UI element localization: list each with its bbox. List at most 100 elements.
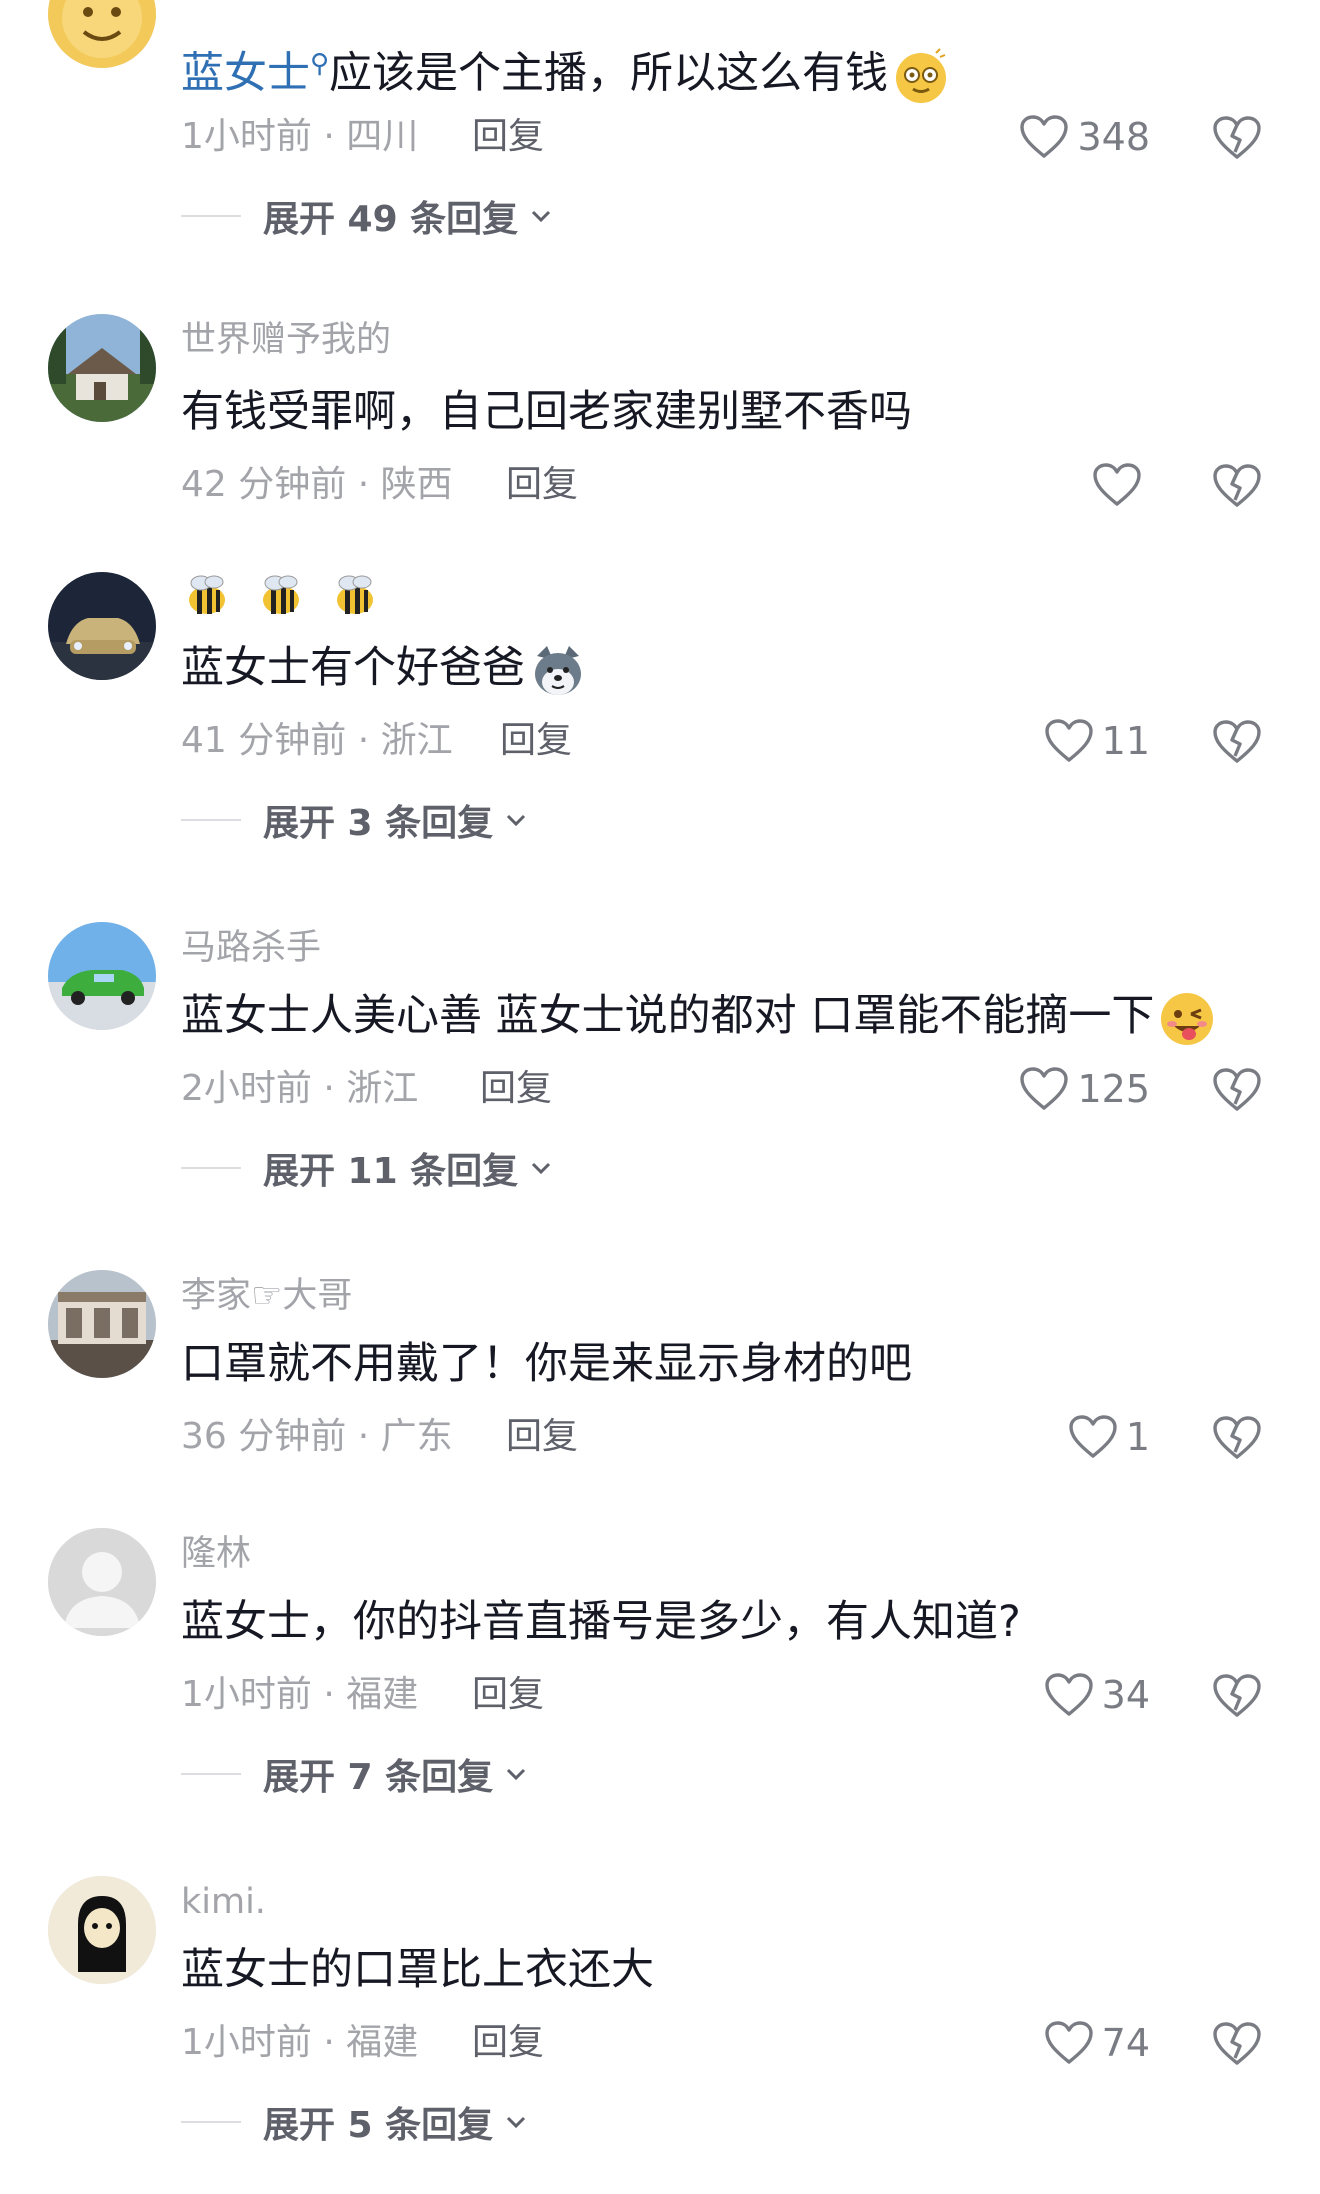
comment-location: 福建	[346, 1674, 419, 1715]
reply-button[interactable]: 回复	[472, 1672, 544, 1718]
like-button[interactable]: 348	[1019, 114, 1150, 160]
avatar[interactable]	[48, 922, 156, 1030]
comment-text: 蓝女士的口罩比上衣还大	[181, 1945, 654, 1995]
husky-dog-emoji	[529, 642, 587, 700]
expand-replies-button[interactable]: 展开 11 条回复	[181, 1144, 554, 1192]
avatar[interactable]	[48, 1876, 156, 1984]
comment-time: 1小时前	[181, 2022, 312, 2063]
like-count: 11	[1101, 719, 1150, 763]
username[interactable]: kimi.	[181, 1880, 266, 1924]
divider	[181, 2121, 241, 2123]
username-emoji-group[interactable]	[181, 570, 381, 622]
like-count: 34	[1101, 1673, 1150, 1717]
dislike-button[interactable]	[1212, 2018, 1262, 2068]
like-count: 1	[1125, 1415, 1150, 1459]
heart-icon	[1020, 115, 1069, 158]
comment-text: 蓝女士，你的抖音直播号是多少，有人知道?	[181, 1597, 1021, 1647]
comment-location: 陕西	[380, 464, 453, 505]
avatar[interactable]	[48, 314, 156, 422]
mention-link[interactable]: 蓝女士	[181, 48, 310, 98]
divider	[181, 1167, 241, 1169]
expand-replies-label: 展开 3 条回复	[263, 803, 494, 844]
comment-time: 2小时前	[181, 1068, 312, 1109]
chevron-down-icon	[532, 1162, 551, 1175]
reply-button[interactable]: 回复	[506, 462, 578, 508]
avatar[interactable]	[48, 572, 156, 680]
avatar[interactable]	[48, 0, 156, 68]
comment-meta: 1小时前 · 福建	[181, 2020, 418, 2066]
meta-separator: ·	[311, 2022, 347, 2063]
reply-button[interactable]: 回复	[480, 1066, 552, 1112]
username[interactable]: 隆林	[181, 1532, 251, 1576]
comment-location: 浙江	[380, 720, 453, 761]
chevron-down-icon	[507, 814, 526, 827]
reply-button[interactable]: 回复	[472, 2020, 544, 2066]
chevron-down-icon	[507, 1768, 526, 1781]
comment-meta: 1小时前 · 福建	[181, 1672, 418, 1718]
like-button[interactable]	[1092, 462, 1150, 508]
comment-meta: 36 分钟前 · 广东	[181, 1414, 453, 1460]
comment-meta: 2小时前 · 浙江	[181, 1066, 418, 1112]
comment-body: 蓝女士人美心善 蓝女士说的都对 口罩能不能摘一下	[181, 991, 1155, 1041]
broken-heart-icon	[1213, 1416, 1261, 1459]
dislike-button[interactable]	[1212, 1064, 1262, 1114]
expand-replies-button[interactable]: 展开 3 条回复	[181, 796, 529, 844]
username[interactable]: 世界赠予我的	[181, 318, 391, 362]
comment-location: 广东	[380, 1416, 453, 1457]
heart-icon	[1069, 1415, 1117, 1458]
like-count: 74	[1101, 2021, 1150, 2065]
dislike-button[interactable]	[1212, 716, 1262, 766]
comment-text: 有钱受罪啊，自己回老家建别墅不香吗	[181, 387, 912, 437]
avatar[interactable]	[48, 1528, 156, 1636]
expand-replies-button[interactable]: 展开 49 条回复	[181, 192, 554, 240]
comment-meta: 1小时前 · 四川	[181, 114, 418, 160]
comment-text: 蓝女士人美心善 蓝女士说的都对 口罩能不能摘一下	[181, 988, 1216, 1048]
comment-time: 1小时前	[181, 1674, 312, 1715]
like-button[interactable]: 125	[1019, 1066, 1150, 1112]
expand-replies-label: 展开 11 条回复	[263, 1151, 519, 1192]
comment-time: 36 分钟前	[181, 1416, 347, 1457]
comment-location: 四川	[346, 116, 419, 157]
bee-icon	[337, 575, 373, 614]
dislike-button[interactable]	[1212, 112, 1262, 162]
meta-separator: ·	[346, 1416, 381, 1457]
comment-text: 蓝女士⚲应该是个主播，所以这么有钱	[181, 36, 950, 105]
broken-heart-icon	[1213, 720, 1261, 763]
meta-separator: ·	[346, 720, 381, 761]
like-button[interactable]: 1	[1068, 1414, 1150, 1460]
search-icon[interactable]: ⚲	[310, 49, 329, 79]
heart-icon	[1044, 719, 1093, 762]
dizzy-face-emoji	[892, 47, 950, 105]
chevron-down-icon	[532, 210, 551, 223]
username[interactable]: 李家☞大哥	[181, 1274, 352, 1318]
reply-button[interactable]: 回复	[500, 718, 572, 764]
avatar[interactable]	[48, 1270, 156, 1378]
like-button[interactable]: 74	[1044, 2020, 1150, 2066]
username[interactable]: 马路杀手	[181, 926, 321, 970]
meta-separator: ·	[311, 1068, 347, 1109]
reply-button[interactable]: 回复	[472, 114, 544, 160]
heart-icon	[1044, 1673, 1093, 1716]
like-button[interactable]: 11	[1044, 718, 1150, 764]
reply-button[interactable]: 回复	[506, 1414, 578, 1460]
broken-heart-icon	[1213, 464, 1261, 507]
comment-body: 应该是个主播，所以这么有钱	[329, 48, 889, 99]
heart-icon	[1093, 463, 1141, 506]
meta-separator: ·	[311, 116, 347, 157]
expand-replies-button[interactable]: 展开 5 条回复	[181, 2098, 529, 2146]
comment-time: 1小时前	[181, 116, 312, 157]
like-button[interactable]: 34	[1044, 1672, 1150, 1718]
like-count: 125	[1077, 1067, 1150, 1111]
expand-replies-label: 展开 5 条回复	[263, 2105, 494, 2146]
heart-icon	[1044, 2021, 1093, 2064]
chevron-down-icon	[507, 2116, 526, 2129]
comment-location: 福建	[346, 2022, 419, 2063]
bee-icon	[263, 575, 299, 614]
expand-replies-button[interactable]: 展开 7 条回复	[181, 1750, 529, 1798]
divider	[181, 1773, 241, 1775]
dislike-button[interactable]	[1212, 1670, 1262, 1720]
bee-icon	[189, 575, 225, 614]
dislike-button[interactable]	[1212, 460, 1262, 510]
broken-heart-icon	[1213, 2022, 1261, 2065]
dislike-button[interactable]	[1212, 1412, 1262, 1462]
